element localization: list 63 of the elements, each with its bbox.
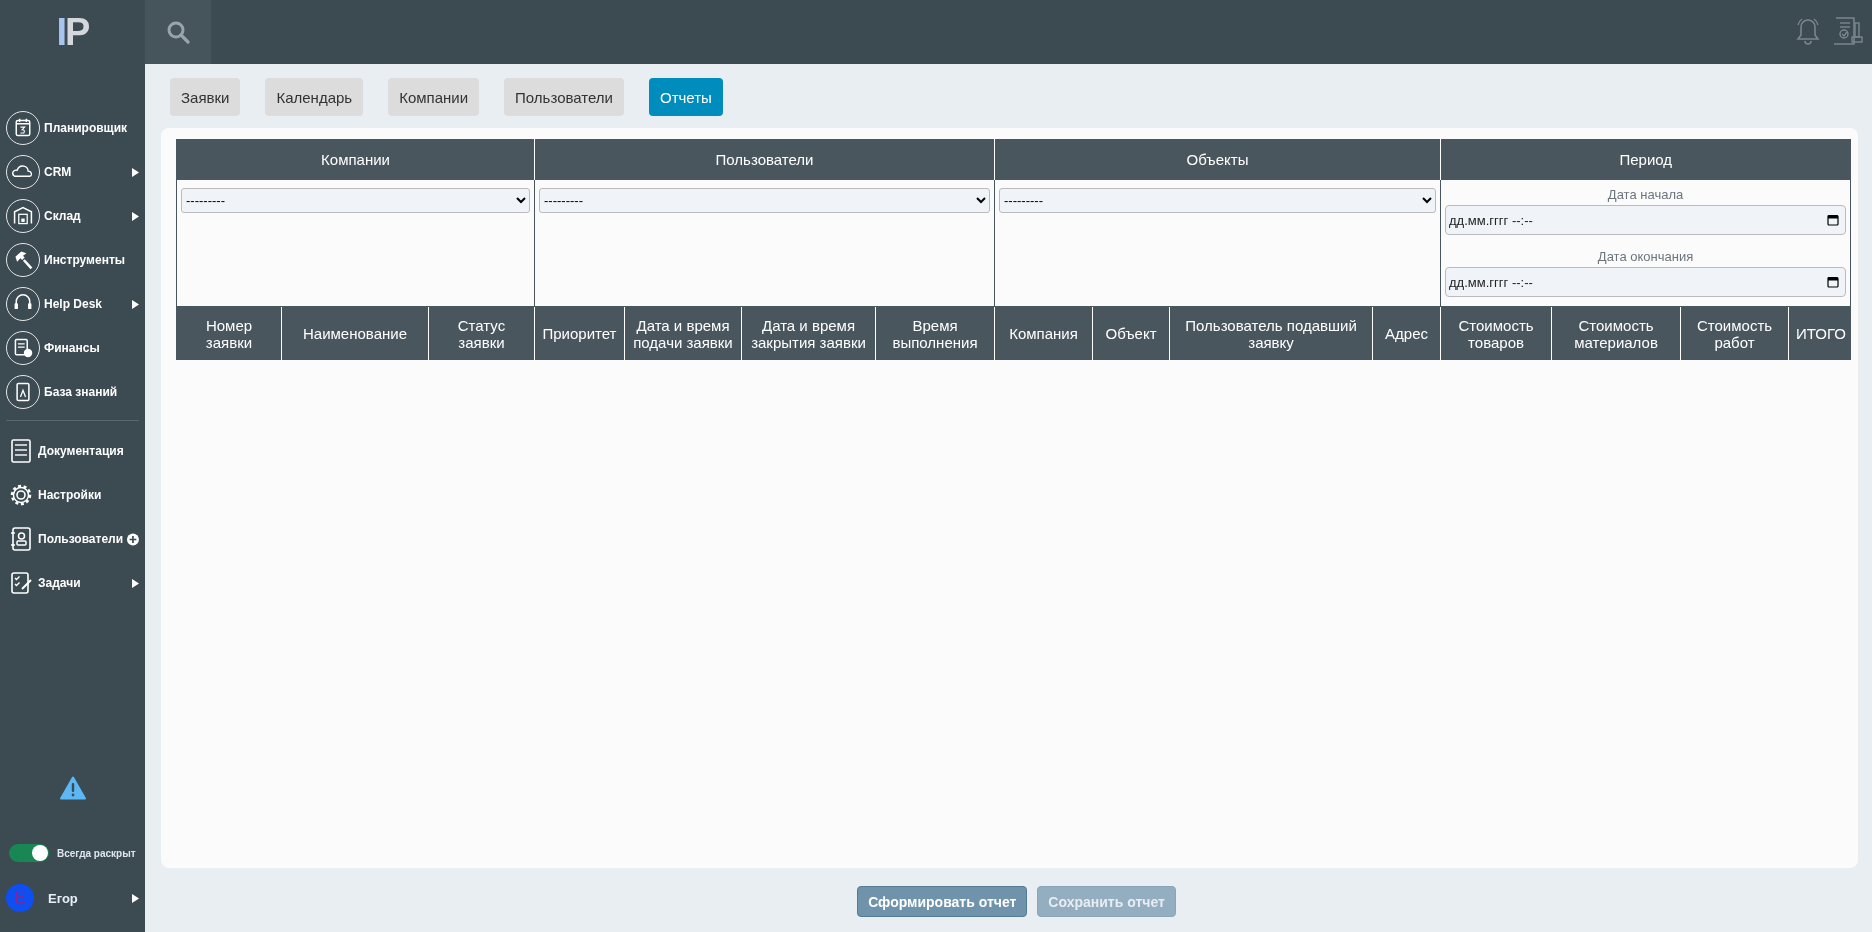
caret-icon [132,211,139,221]
caret-icon [132,299,139,309]
nav-tab[interactable]: Отчеты [648,78,723,116]
sidebar-item[interactable]: Настройки [0,473,145,517]
logo: IP [55,9,90,55]
column-header: Наименование [281,306,429,360]
column-header: Объект [1092,306,1170,360]
filter-select[interactable]: --------- [539,188,991,213]
column-header: Стоимость товаров [1440,306,1552,360]
nav-tab[interactable]: Календарь [265,78,364,116]
settings-icon [8,482,34,508]
sidebar-item[interactable]: Пользователи [0,517,145,561]
search-button[interactable] [145,0,211,64]
caret-icon [132,167,139,177]
caret-icon [132,893,139,903]
column-header: Статус заявки [428,306,535,360]
toggle-label: Всегда раскрыт [57,847,136,859]
sidebar-item[interactable]: База знаний [0,370,145,414]
sidebar-item[interactable]: CRM [0,150,145,194]
filter-select[interactable]: --------- [999,188,1437,213]
bell-icon[interactable] [1795,17,1822,47]
column-header: Номер заявки [176,306,282,360]
sidebar-item[interactable]: Документация [0,429,145,473]
date-field[interactable]: дд.мм.гггг --:-- [1445,205,1847,235]
nav-tab[interactable]: Заявки [170,78,241,116]
group-header: Объекты [994,139,1441,180]
plus-icon[interactable] [127,532,139,546]
sidebar-item[interactable]: Планировщик [0,106,145,150]
column-header: Дата и время закрытия заявки [741,306,876,360]
sidebar-item[interactable]: Склад [0,194,145,238]
calendar-icon[interactable] [1827,276,1840,288]
caret-icon [132,578,139,588]
group-header: Компании [176,139,535,180]
notebook-icon [8,438,34,464]
user-avatar: Е [6,884,34,912]
date-field[interactable]: дд.мм.гггг --:-- [1445,267,1847,297]
group-header: Пользователи [534,139,995,180]
column-header: Адрес [1372,306,1441,360]
warning-icon[interactable] [59,776,86,800]
date-label: Дата начала [1606,187,1685,202]
column-header: Компания [994,306,1093,360]
checklist-icon [8,570,34,596]
user-menu[interactable]: Е Егор [0,884,145,912]
column-header: Время выполнения [875,306,995,360]
column-header: Приоритет [534,306,625,360]
filter-select[interactable]: --------- [181,188,530,213]
sidebar-item[interactable]: Задачи [0,561,145,605]
column-header: Дата и время подачи заявки [624,306,742,360]
sidebar-item[interactable]: Финансы [0,326,145,370]
nav-tab[interactable]: Компании [388,78,480,116]
sidebar-item[interactable]: Инструменты [0,238,145,282]
sidebar-item[interactable]: Help Desk [0,282,145,326]
toggle-switch[interactable] [9,844,49,862]
column-header: Пользователь подавший заявку [1169,306,1373,360]
search-icon [166,20,190,44]
date-label: Дата окончания [1596,249,1695,264]
contact-book-icon [8,526,34,552]
calendar-icon[interactable] [1827,214,1840,226]
column-header: Стоимость материалов [1551,306,1681,360]
column-header: ИТОГО [1788,306,1851,360]
group-header: Период [1440,139,1851,180]
nav-tab[interactable]: Пользователи [504,78,624,116]
column-header: Стоимость работ [1680,306,1789,360]
